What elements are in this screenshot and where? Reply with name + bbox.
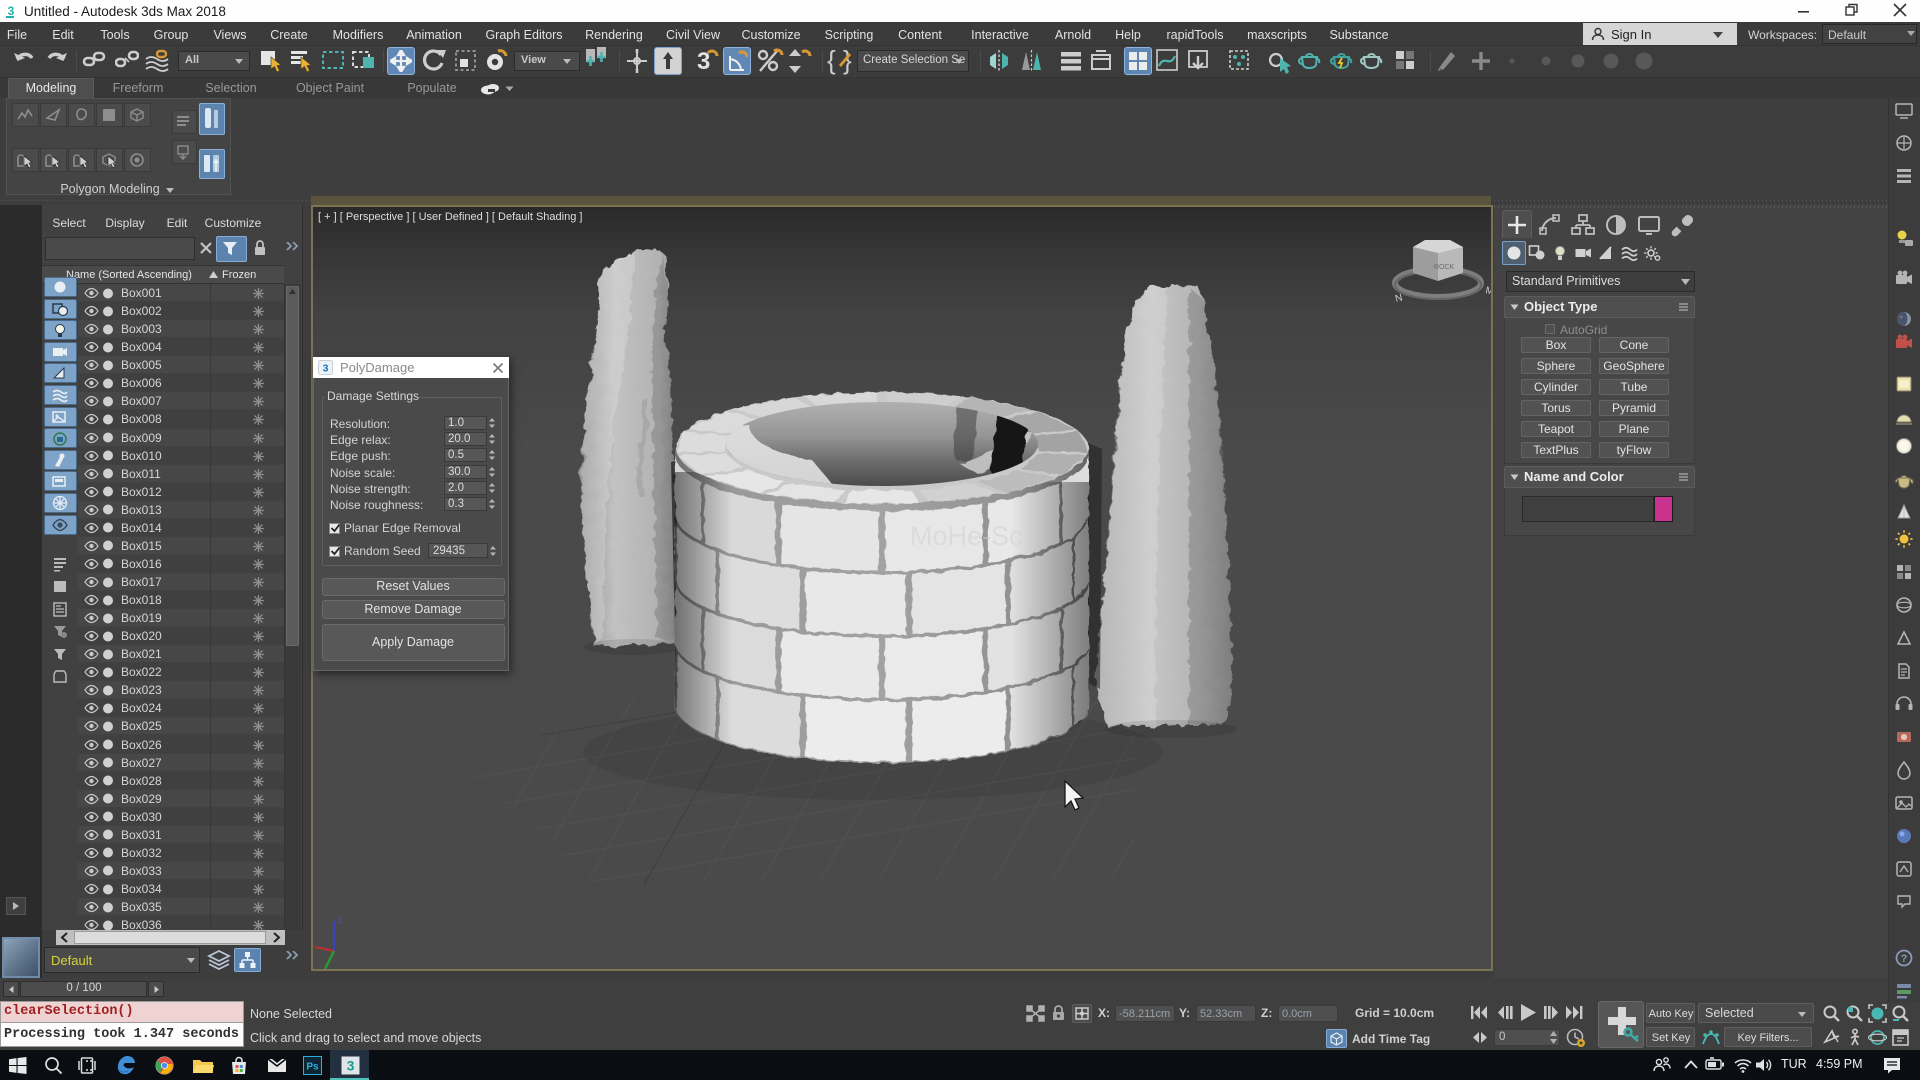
svg-text:?: ? bbox=[1901, 953, 1908, 965]
svg-text:MoHe-Sc: MoHe-Sc bbox=[910, 521, 1023, 551]
svg-text:3: 3 bbox=[8, 4, 15, 18]
svg-text:Ps: Ps bbox=[306, 1062, 319, 1073]
svg-text:{: { bbox=[827, 47, 836, 75]
svg-text:z: z bbox=[338, 915, 343, 926]
svg-text:M: M bbox=[1484, 285, 1491, 297]
svg-text:3: 3 bbox=[347, 1058, 355, 1074]
svg-text:3: 3 bbox=[323, 363, 329, 375]
svg-text:ROCK: ROCK bbox=[1434, 264, 1455, 271]
